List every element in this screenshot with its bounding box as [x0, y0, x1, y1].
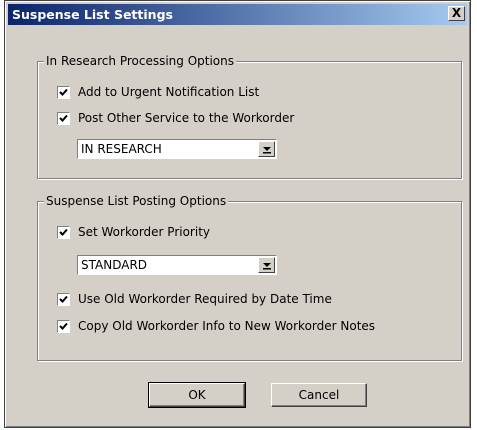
posting-options-title: Suspense List Posting Options: [44, 193, 229, 209]
ok-button[interactable]: OK: [148, 382, 246, 408]
set-priority-label: Set Workorder Priority: [78, 225, 210, 239]
add-urgent-label: Add to Urgent Notification List: [78, 85, 260, 99]
set-priority-checkbox-row[interactable]: Set Workorder Priority: [57, 223, 210, 241]
add-urgent-checkbox[interactable]: [57, 85, 70, 99]
research-status-dropdown-button[interactable]: [258, 141, 275, 157]
use-old-required-checkbox-row[interactable]: Use Old Workorder Required by Date Time: [57, 290, 332, 308]
priority-select[interactable]: STANDARD: [77, 255, 277, 275]
dropdown-arrow-icon: [263, 263, 271, 270]
copy-old-info-checkbox-row[interactable]: Copy Old Workorder Info to New Workorder…: [57, 317, 375, 335]
add-urgent-checkbox-row[interactable]: Add to Urgent Notification List: [57, 83, 259, 101]
copy-old-info-checkbox[interactable]: [57, 319, 70, 333]
post-other-label: Post Other Service to the Workorder: [78, 111, 295, 125]
cancel-button[interactable]: Cancel: [271, 383, 367, 407]
dialog-window: Suspense List Settings X In Research Pro…: [4, 0, 471, 428]
title-bar[interactable]: Suspense List Settings X: [8, 4, 467, 25]
use-old-required-label: Use Old Workorder Required by Date Time: [78, 292, 332, 306]
priority-value: STANDARD: [81, 258, 148, 272]
research-status-select[interactable]: IN RESEARCH: [77, 139, 277, 159]
post-other-checkbox[interactable]: [57, 111, 70, 125]
research-options-title: In Research Processing Options: [44, 53, 237, 69]
close-icon: X: [451, 6, 462, 20]
checkmark-icon: [59, 322, 68, 330]
close-button[interactable]: X: [448, 6, 465, 21]
checkmark-icon: [59, 114, 68, 122]
priority-dropdown-button[interactable]: [258, 257, 275, 273]
checkmark-icon: [59, 228, 68, 236]
checkmark-icon: [59, 295, 68, 303]
dropdown-arrow-icon: [263, 147, 271, 154]
dialog-title: Suspense List Settings: [12, 7, 173, 22]
set-priority-checkbox[interactable]: [57, 225, 70, 239]
post-other-checkbox-row[interactable]: Post Other Service to the Workorder: [57, 109, 294, 127]
research-status-value: IN RESEARCH: [81, 142, 162, 156]
copy-old-info-label: Copy Old Workorder Info to New Workorder…: [78, 319, 376, 333]
checkmark-icon: [59, 88, 68, 96]
use-old-required-checkbox[interactable]: [57, 292, 70, 306]
